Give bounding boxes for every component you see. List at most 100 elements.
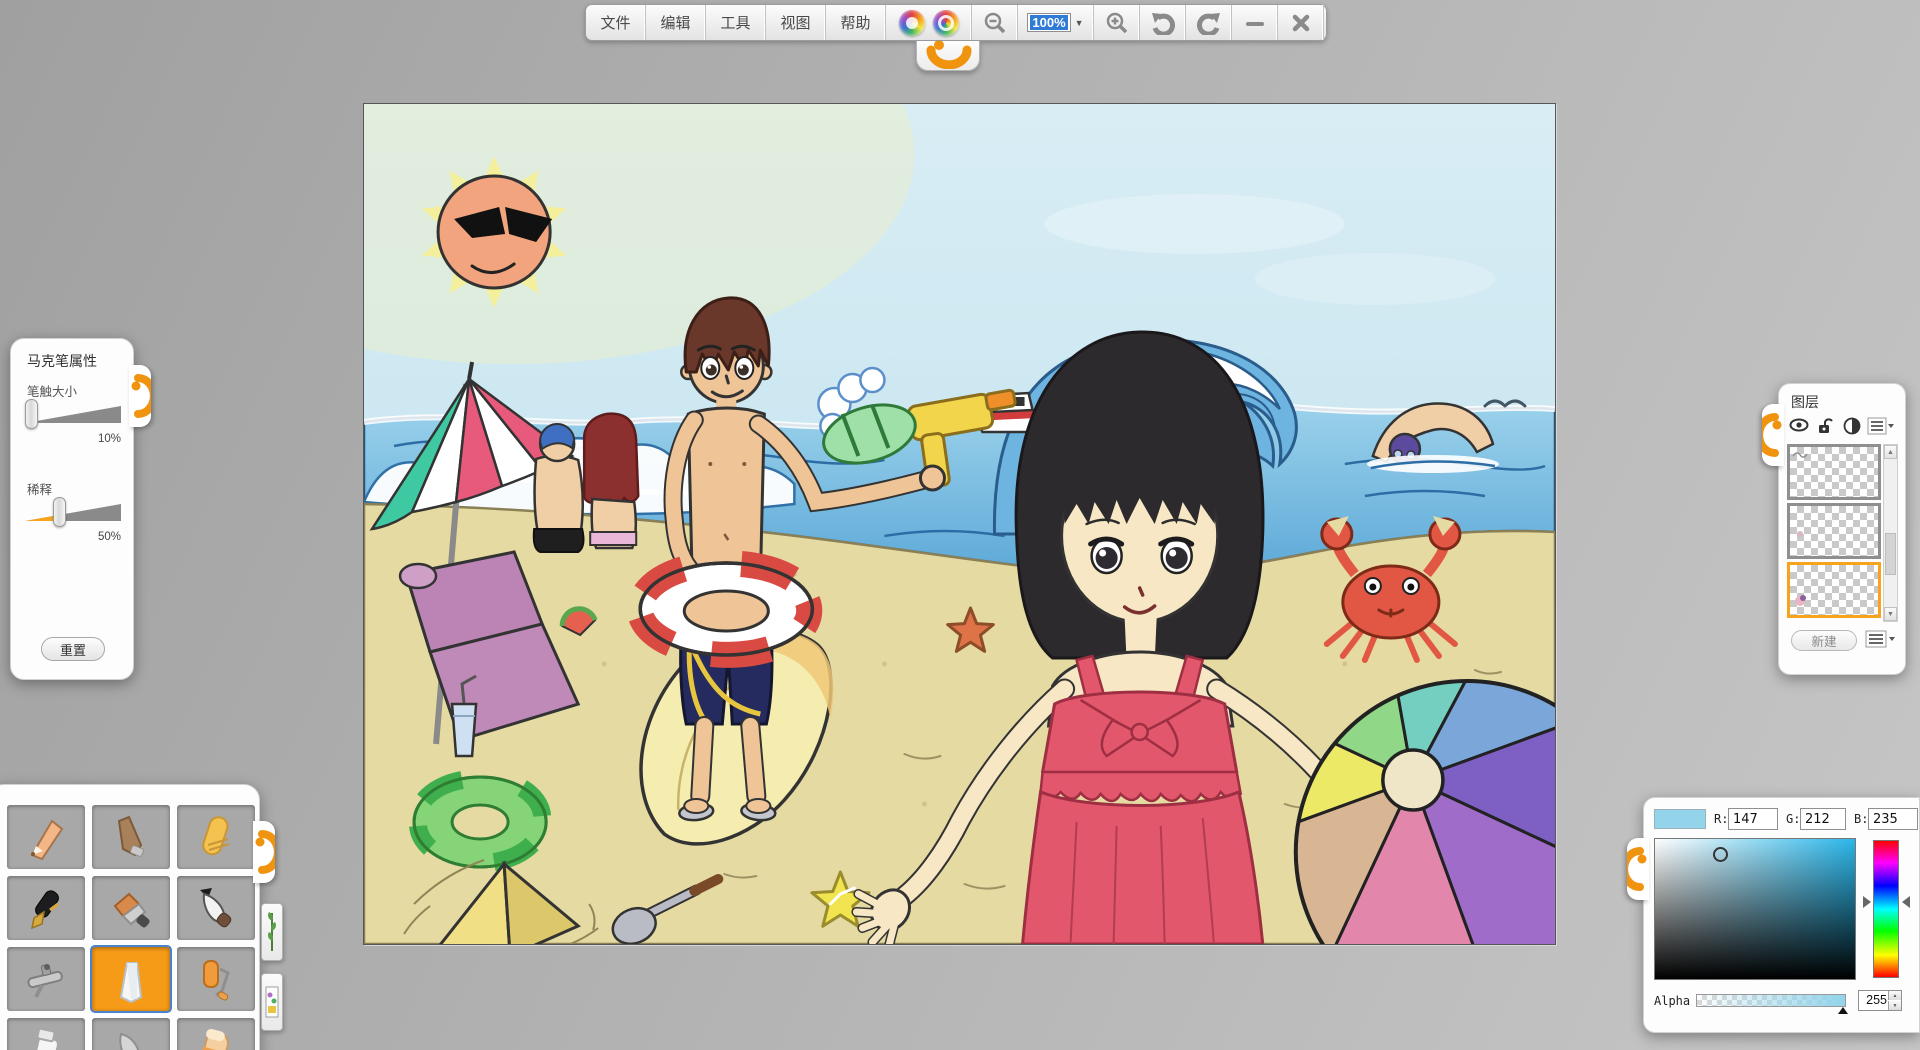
menu-tools[interactable]: 工具: [706, 5, 766, 40]
layers-panel-title: 图层: [1791, 392, 1819, 412]
reset-button[interactable]: 重置: [41, 637, 105, 661]
palette-collapse-handle[interactable]: [253, 821, 275, 883]
menu-edit[interactable]: 编辑: [646, 5, 706, 40]
layer-thumbnail-2[interactable]: [1787, 503, 1881, 559]
current-color-swatch: [1654, 809, 1706, 829]
brush-size-value: 10%: [25, 433, 121, 445]
layer-lock-button[interactable]: [1817, 417, 1833, 440]
alpha-decrement-icon[interactable]: ▼: [1888, 1001, 1901, 1010]
paste-bottle-icon: [18, 1026, 74, 1050]
menu-help[interactable]: 帮助: [826, 5, 886, 40]
color-picker-collapse-handle[interactable]: [1627, 838, 1649, 900]
hue-marker-left-icon[interactable]: [1863, 896, 1871, 908]
rainbow-globe-icon[interactable]: [933, 10, 959, 36]
toolbar-collapse-handle[interactable]: [916, 41, 980, 71]
scroll-up-icon[interactable]: ▲: [1884, 445, 1897, 459]
new-layer-button[interactable]: 新建: [1791, 630, 1857, 651]
zoom-dropdown-caret[interactable]: ▼: [1075, 18, 1084, 28]
airbrush-icon: [18, 955, 74, 1003]
tool-marker[interactable]: [92, 947, 170, 1011]
brush-size-slider[interactable]: [25, 401, 121, 429]
tool-pencil[interactable]: [7, 805, 85, 869]
g-value-input[interactable]: [1800, 808, 1846, 830]
color-selector-ring[interactable]: [1713, 847, 1728, 862]
pencil-icon: [18, 813, 74, 861]
app-window: 文件 编辑 工具 视图 帮助 100% ▼: [0, 0, 1920, 1050]
zoom-out-button[interactable]: [972, 5, 1018, 40]
alpha-slider[interactable]: [1696, 994, 1846, 1007]
close-button[interactable]: [1278, 5, 1324, 40]
layer-visibility-button[interactable]: [1789, 417, 1809, 438]
b-label: B:: [1854, 812, 1868, 826]
slider-wedge: [25, 401, 121, 429]
dilution-thumb[interactable]: [53, 497, 66, 527]
flat-brush-icon: [103, 884, 159, 932]
orange-arc-icon: [129, 365, 151, 427]
menu-help-label: 帮助: [840, 12, 870, 33]
alpha-increment-icon[interactable]: ▲: [1888, 991, 1901, 1000]
b-value-input[interactable]: [1868, 808, 1918, 830]
tool-pastel-stick[interactable]: [92, 805, 170, 869]
tool-airbrush[interactable]: [7, 947, 85, 1011]
layers-collapse-handle[interactable]: [1762, 404, 1784, 466]
zoom-in-button[interactable]: [1094, 5, 1140, 40]
theme-buttons: [886, 5, 972, 40]
tool-paste-bottle[interactable]: [7, 1018, 85, 1050]
tool-palette-knife[interactable]: [92, 1018, 170, 1050]
r-value-input[interactable]: [1728, 808, 1778, 830]
fountain-pen-icon: [18, 884, 74, 932]
marker-icon: [103, 955, 159, 1003]
zoom-level-field[interactable]: 100% ▼: [1018, 5, 1094, 40]
tool-fountain-pen[interactable]: [7, 876, 85, 940]
red-white-swim-ring: [640, 563, 812, 655]
layers-scrollbar[interactable]: ▲ ▼: [1883, 444, 1898, 622]
scroll-thumb[interactable]: [1885, 533, 1896, 575]
saturation-value-square[interactable]: [1654, 838, 1856, 980]
tool-eraser[interactable]: [177, 1018, 255, 1050]
list-menu-icon: [1865, 630, 1897, 648]
minimize-icon: [1245, 13, 1265, 33]
menu-view-label: 视图: [780, 12, 810, 33]
magnifier-plus-icon: [1105, 11, 1129, 35]
plant-icon: [265, 909, 279, 955]
unlock-icon: [1817, 417, 1833, 435]
tool-flat-brush[interactable]: [92, 876, 170, 940]
alpha-spinner[interactable]: 255 ▲ ▼: [1858, 990, 1902, 1011]
sticker-tab[interactable]: [261, 973, 283, 1031]
magnifier-minus-icon: [983, 11, 1007, 35]
marker-panel-collapse-handle[interactable]: [129, 365, 151, 427]
tool-grid: [7, 805, 251, 1050]
layer-doodle: [1790, 524, 1810, 544]
palette-knife-icon: [103, 1026, 159, 1050]
smile-handle-icon: [917, 41, 979, 69]
redo-button[interactable]: [1186, 5, 1232, 40]
marker-panel-title: 马克笔属性: [27, 351, 97, 371]
drawing-canvas[interactable]: [363, 103, 1556, 945]
layer-thumbnail-3[interactable]: [1787, 562, 1881, 618]
tool-ink-brush[interactable]: [177, 876, 255, 940]
pastel-stick-icon: [103, 813, 159, 861]
hue-marker-right-icon[interactable]: [1902, 896, 1910, 908]
dilution-slider[interactable]: [25, 499, 121, 527]
brush-size-thumb[interactable]: [25, 399, 38, 429]
rainbow-person-icon[interactable]: [899, 10, 925, 36]
menu-file[interactable]: 文件: [586, 5, 646, 40]
layer-thumbnail-1[interactable]: [1787, 444, 1881, 500]
layer-blend-button[interactable]: [1843, 417, 1861, 440]
marker-properties-panel: 马克笔属性 笔触大小 10% 稀释 50% 重置: [10, 338, 134, 680]
layers-bottom-menu-button[interactable]: [1865, 630, 1897, 653]
undo-button[interactable]: [1140, 5, 1186, 40]
alpha-marker-icon[interactable]: [1838, 1007, 1848, 1014]
tool-paint-roller[interactable]: [177, 947, 255, 1011]
minimize-button[interactable]: [1232, 5, 1278, 40]
menu-view[interactable]: 视图: [766, 5, 826, 40]
menu-edit-label: 编辑: [660, 12, 690, 33]
layer-menu-button[interactable]: [1867, 417, 1895, 440]
tool-crayon[interactable]: [177, 805, 255, 869]
list-menu-icon: [1867, 417, 1895, 435]
scroll-down-icon[interactable]: ▼: [1884, 607, 1897, 621]
hue-bar[interactable]: [1873, 840, 1899, 978]
plant-brush-tab[interactable]: [261, 903, 283, 961]
color-picker-panel: R: G: B: Alpha 255 ▲ ▼: [1643, 797, 1920, 1033]
close-icon: [1291, 13, 1311, 33]
